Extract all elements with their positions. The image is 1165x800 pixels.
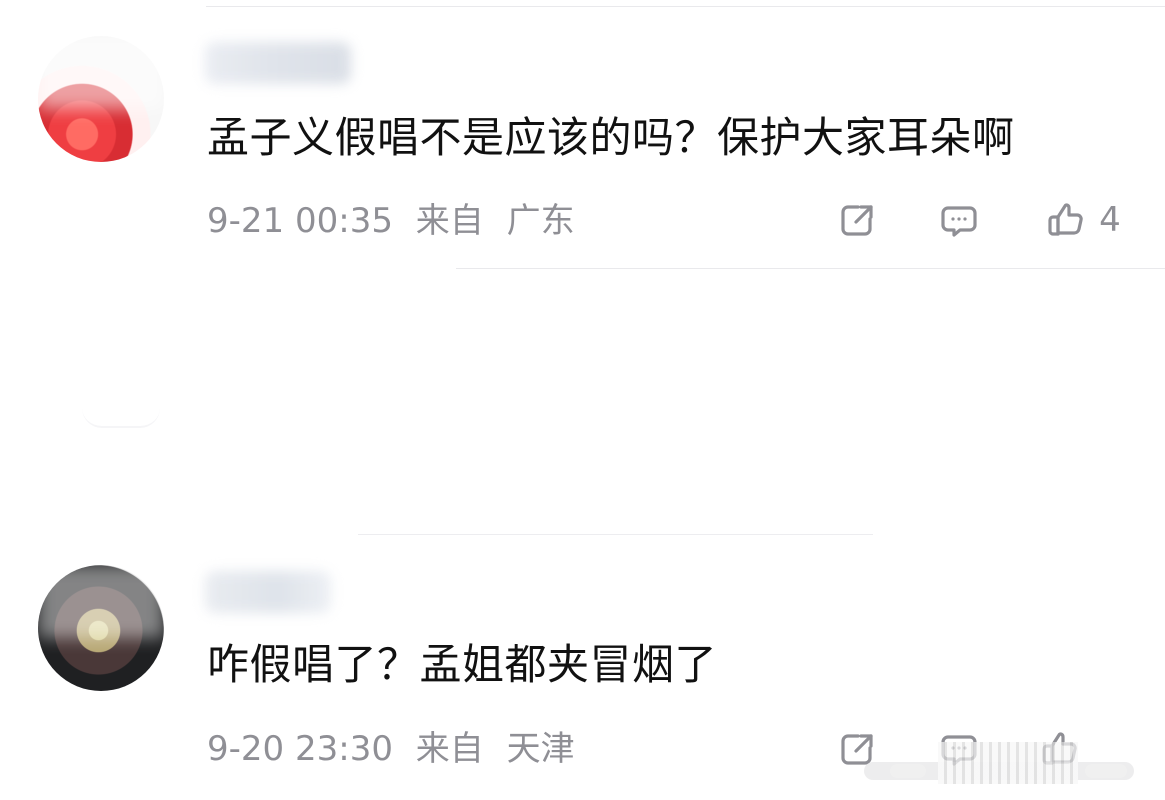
top-divider [206, 6, 1165, 7]
avatar[interactable] [38, 36, 164, 162]
source-label: 来自 [415, 201, 484, 241]
share-button[interactable] [836, 198, 880, 242]
share-icon [841, 205, 873, 236]
avatar[interactable] [38, 565, 164, 691]
comment-text: 孟子义假唱不是应该的吗？保护大家耳朵啊 [207, 113, 1015, 162]
comment-text: 咋假唱了？孟姐都夹冒烟了 [207, 640, 718, 689]
like-button[interactable]: 4 [1038, 198, 1128, 242]
comment-list-page: 孟子义假唱不是应该的吗？保护大家耳朵啊 9-21 00:35 来自 广东 4 咋… [0, 0, 1165, 800]
comment-divider [456, 268, 1165, 269]
source-label: 来自 [415, 729, 484, 769]
bottom-watermark-overlay [860, 738, 1150, 788]
location-label: 天津 [506, 729, 575, 769]
comment-meta: 9-20 23:30 来自 天津 [207, 729, 575, 769]
watermark-stripes [938, 742, 1078, 784]
comment-divider [358, 534, 873, 535]
blurred-username[interactable] [205, 42, 351, 84]
comment-button[interactable] [937, 198, 981, 242]
comment-date: 9-21 00:35 [207, 201, 393, 241]
avatar-blur-top [38, 36, 164, 110]
location-label: 广东 [506, 201, 575, 241]
blurred-username[interactable] [205, 571, 331, 613]
watermark-chip [1085, 764, 1127, 778]
like-icon [1048, 203, 1083, 236]
background-ghost-arc [82, 408, 160, 428]
comment-meta: 9-21 00:35 来自 广东 [207, 201, 575, 241]
avatar-blur-top [38, 565, 164, 639]
watermark-chip [890, 764, 926, 778]
comment-date: 9-20 23:30 [207, 729, 393, 769]
like-count: 4 [1099, 200, 1121, 240]
comment-icon [941, 206, 977, 237]
